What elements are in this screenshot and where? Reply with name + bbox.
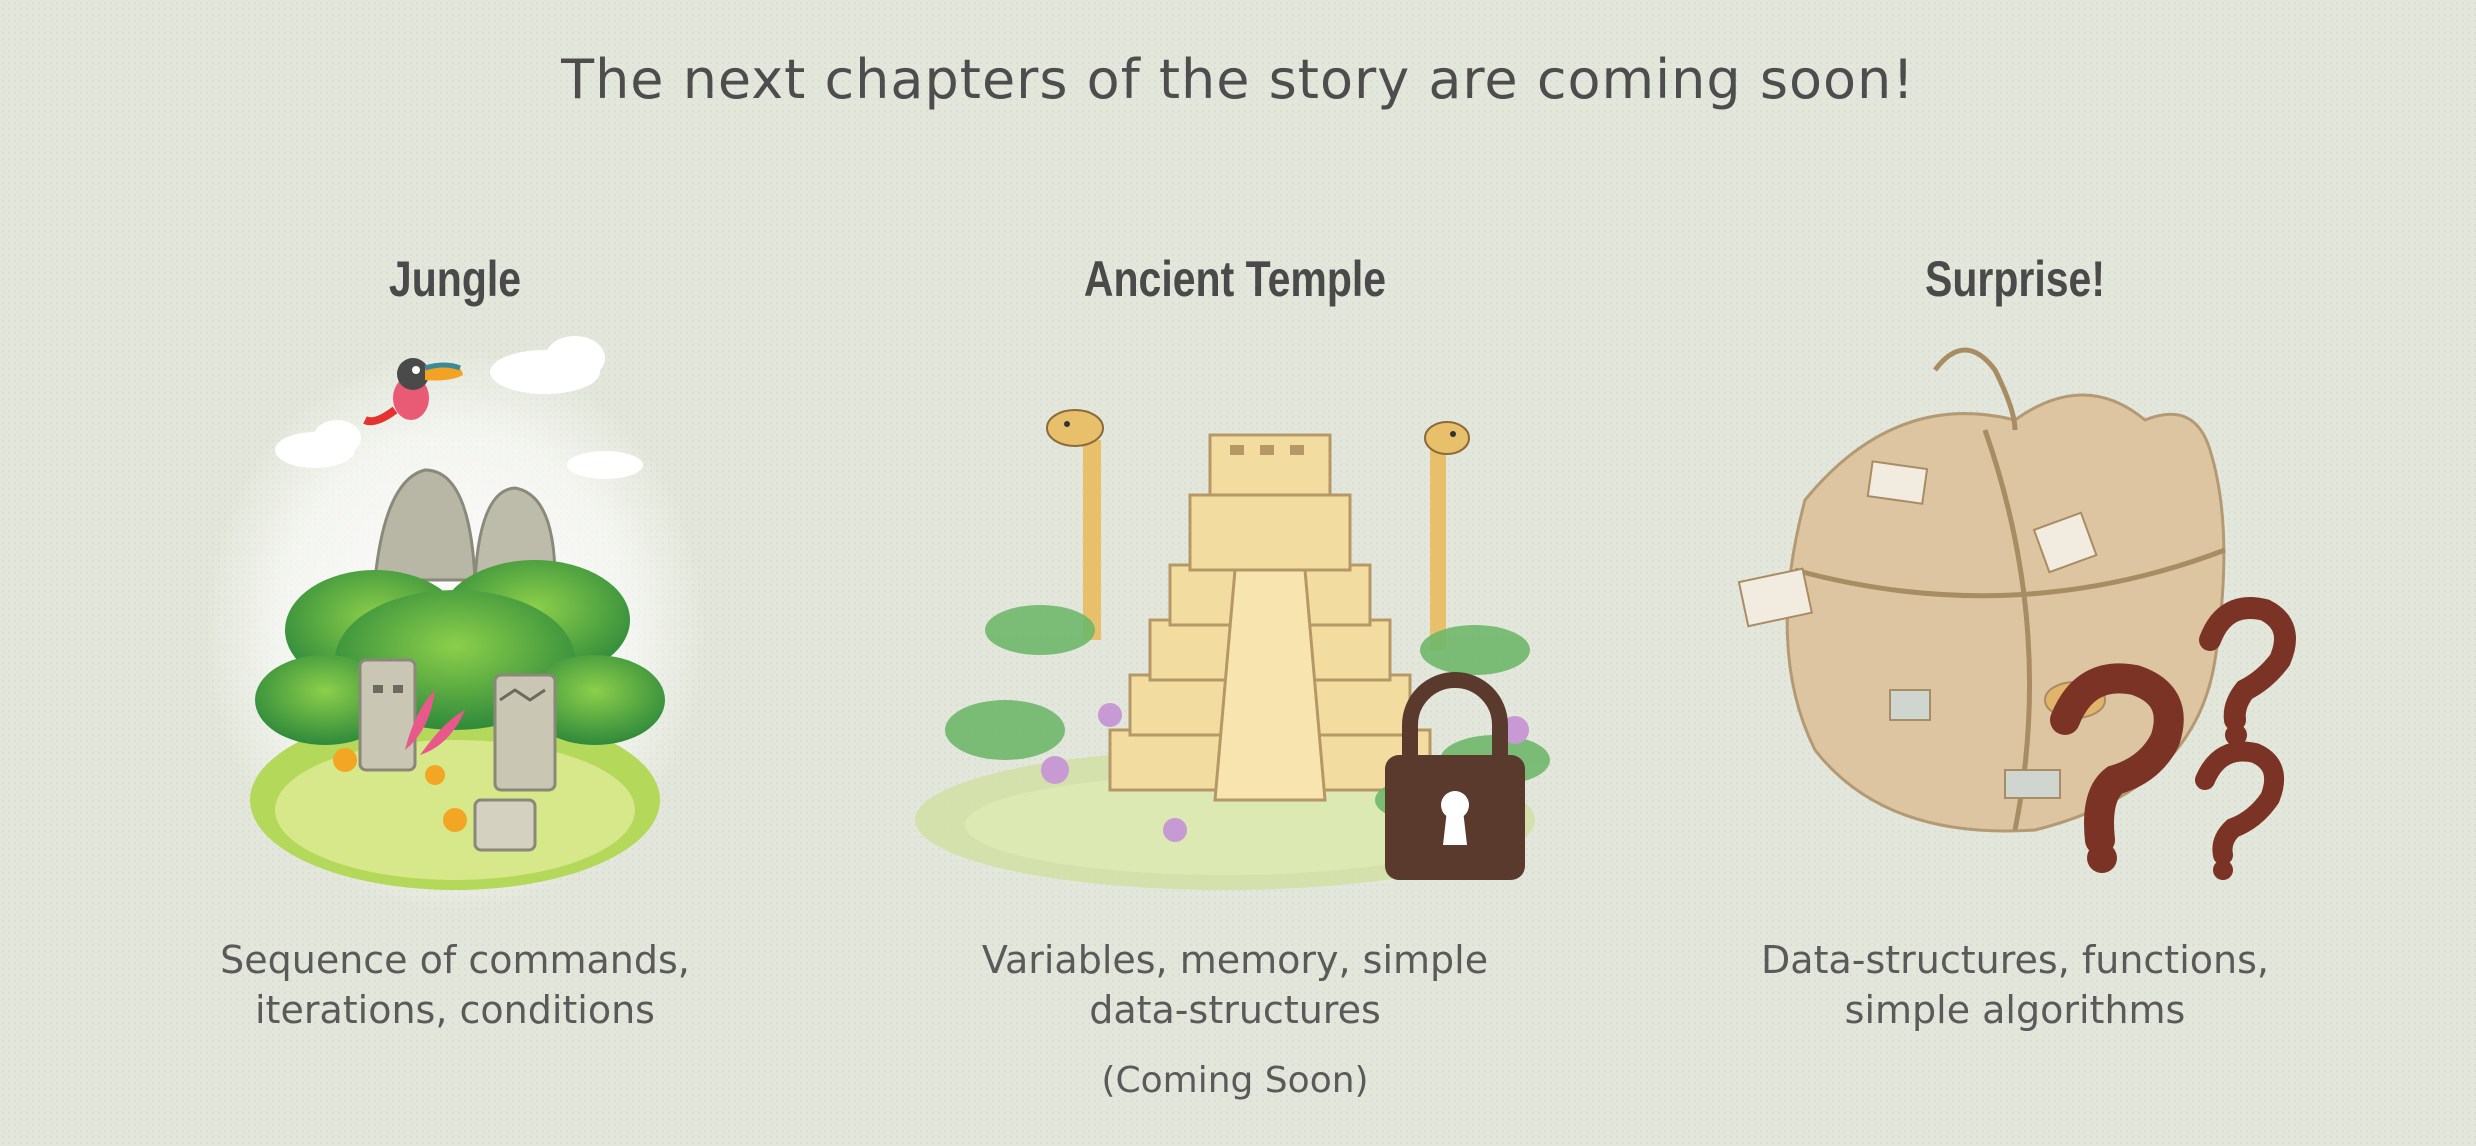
chapter-description: Variables, memory, simple data-structure…: [981, 938, 1489, 1032]
giraffe-icon: [1424, 421, 1470, 650]
question-mark-dot: [2087, 843, 2117, 873]
coming-soon-label: (Coming Soon): [1101, 1060, 1369, 1101]
chapter-card-ancient-temple[interactable]: Ancient Temple Variables, memory, simple…: [845, 0, 1625, 1146]
chapter-title: Ancient Temple: [1083, 251, 1387, 307]
question-mark-icon: [2199, 597, 2296, 731]
temple-illustration: [915, 409, 1550, 890]
question-mark-icon: [2195, 741, 2284, 865]
chapter-card-surprise[interactable]: Surprise! Data-structures, functions, si…: [1625, 0, 2405, 1146]
question-mark-dot: [2213, 860, 2233, 880]
giraffe-icon: [1046, 409, 1104, 640]
mystery-sack-illustration: [1737, 347, 2296, 880]
chapter-description: Sequence of commands, iterations, condit…: [220, 938, 690, 1032]
lock-icon: [1385, 672, 1525, 880]
chapter-title: Surprise!: [1924, 251, 2105, 307]
chapter-title: Jungle: [388, 251, 522, 307]
chapter-card-jungle[interactable]: Jungle Sequence of commands, iterations,…: [65, 0, 845, 1146]
chapter-description: Data-structures, functions, simple algor…: [1761, 938, 2269, 1032]
jungle-island-illustration: [205, 336, 705, 910]
